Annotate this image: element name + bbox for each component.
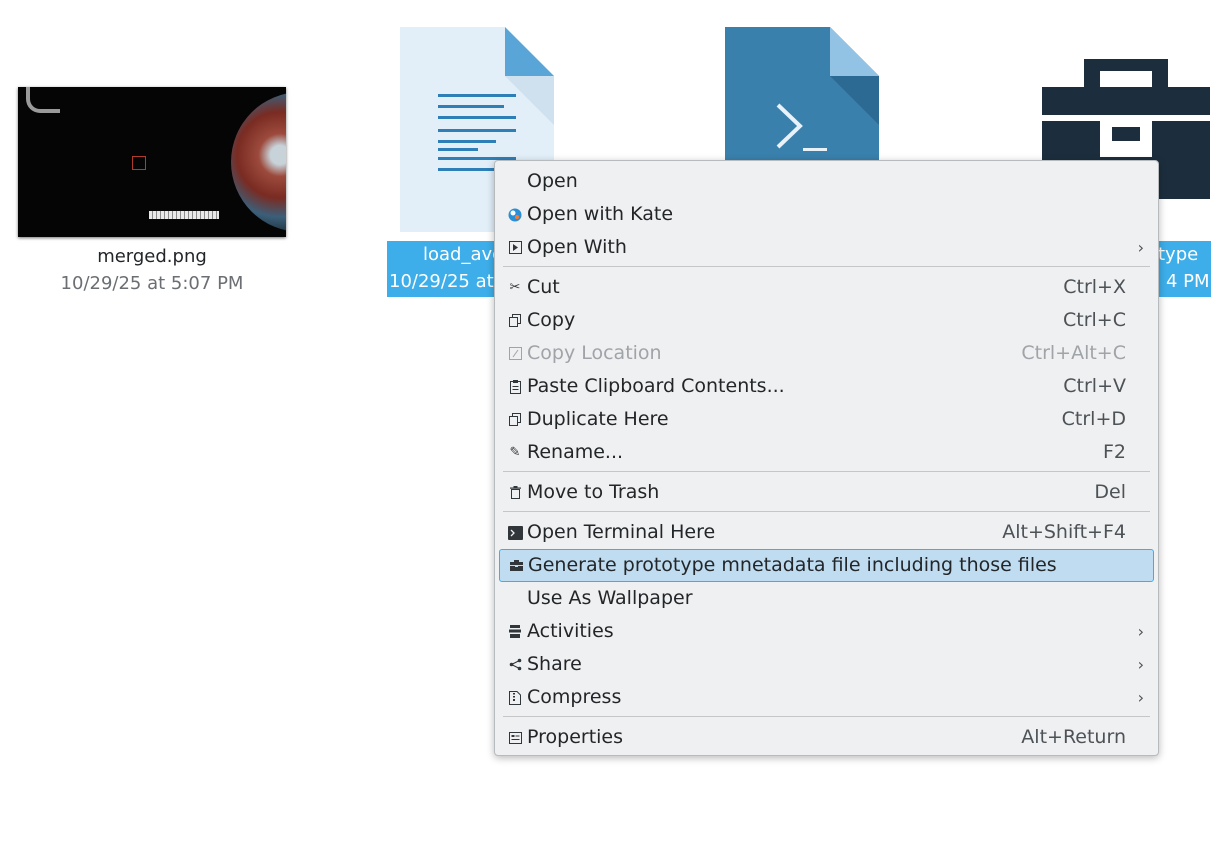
menu-item-label: Paste Clipboard Contents... <box>527 375 785 397</box>
menu-separator <box>503 471 1150 472</box>
menu-item-move-to-trash[interactable]: Move to Trash Del <box>499 477 1154 508</box>
menu-item-generate-metadata[interactable]: Generate prototype mnetadata file includ… <box>499 549 1154 582</box>
menu-item-label: Copy <box>527 309 576 331</box>
copy-location-icon <box>507 338 523 369</box>
clipboard-icon <box>507 371 523 402</box>
menu-shortcut: Alt+Shift+F4 <box>1002 521 1126 543</box>
image-thumbnail[interactable] <box>18 87 286 237</box>
menu-separator <box>503 266 1150 267</box>
terminal-icon <box>507 517 523 548</box>
menu-shortcut: Del <box>1094 481 1126 503</box>
kate-icon <box>507 199 523 230</box>
menu-item-share[interactable]: Share › <box>499 649 1154 680</box>
activities-icon <box>507 616 523 647</box>
menu-shortcut: Ctrl+X <box>1063 276 1126 298</box>
menu-item-label: Cut <box>527 276 560 298</box>
menu-item-label: Rename... <box>527 441 624 463</box>
share-icon <box>507 649 523 680</box>
context-menu: Open Open with Kate Open With › ✂ Cut Ct… <box>494 160 1159 756</box>
menu-item-cut[interactable]: ✂ Cut Ctrl+X <box>499 272 1154 303</box>
menu-shortcut: F2 <box>1102 441 1126 463</box>
menu-item-label: Share <box>527 653 582 675</box>
menu-shortcut: Ctrl+C <box>1063 309 1126 331</box>
file-label-selected[interactable]: type 4 PM <box>1158 241 1211 297</box>
file-name: type <box>1158 244 1199 265</box>
menu-item-compress[interactable]: Compress › <box>499 682 1154 713</box>
duplicate-icon <box>507 404 523 435</box>
menu-item-duplicate[interactable]: Duplicate Here Ctrl+D <box>499 404 1154 435</box>
menu-item-copy[interactable]: Copy Ctrl+C <box>499 305 1154 336</box>
menu-item-open-with[interactable]: Open With › <box>499 232 1154 263</box>
menu-item-label: Open <box>527 170 578 192</box>
menu-item-open-terminal[interactable]: Open Terminal Here Alt+Shift+F4 <box>499 517 1154 548</box>
menu-item-label: Properties <box>527 726 624 748</box>
menu-item-label: Activities <box>527 620 614 642</box>
planet-image <box>231 92 286 232</box>
thumbnail-decoration <box>26 87 60 113</box>
trash-icon <box>507 477 523 508</box>
submenu-arrow-icon: › <box>1137 622 1144 641</box>
menu-item-label: Move to Trash <box>527 481 660 503</box>
submenu-arrow-icon: › <box>1137 655 1144 674</box>
terminal-script-icon[interactable] <box>725 27 879 161</box>
submenu-arrow-icon: › <box>1137 688 1144 707</box>
menu-item-paste[interactable]: Paste Clipboard Contents... Ctrl+V <box>499 371 1154 402</box>
menu-item-rename[interactable]: ✎ Rename... F2 <box>499 437 1154 468</box>
menu-shortcut: Ctrl+V <box>1063 375 1126 397</box>
menu-item-label: Use As Wallpaper <box>527 587 693 609</box>
menu-item-open[interactable]: Open <box>499 166 1154 197</box>
copy-icon <box>507 305 523 336</box>
menu-item-use-as-wallpaper[interactable]: Use As Wallpaper <box>499 583 1154 614</box>
file-label[interactable]: merged.png 10/29/25 at 5:07 PM <box>40 243 264 297</box>
archive-icon <box>507 682 523 713</box>
menu-item-activities[interactable]: Activities › <box>499 616 1154 647</box>
menu-item-label: Duplicate Here <box>527 408 669 430</box>
menu-item-label: Compress <box>527 686 622 708</box>
menu-item-properties[interactable]: Properties Alt+Return <box>499 722 1154 753</box>
file-name: merged.png <box>97 246 207 267</box>
scissors-icon: ✂ <box>509 280 521 295</box>
menu-item-label: Open with Kate <box>527 203 674 225</box>
pencil-icon: ✎ <box>509 445 521 460</box>
menu-item-open-with-kate[interactable]: Open with Kate <box>499 199 1154 230</box>
menu-shortcut: Ctrl+Alt+C <box>1021 342 1126 364</box>
file-name: load_avg <box>423 244 504 265</box>
menu-item-label: Generate prototype mnetadata file includ… <box>528 554 1057 576</box>
menu-item-label: Open Terminal Here <box>527 521 716 543</box>
submenu-arrow-icon: › <box>1137 238 1144 257</box>
toolbox-icon <box>508 550 524 581</box>
properties-icon <box>507 722 523 753</box>
menu-shortcut: Ctrl+D <box>1061 408 1126 430</box>
file-label-selected[interactable]: load_avg 10/29/25 at <box>387 241 504 297</box>
menu-separator <box>503 511 1150 512</box>
file-date: 4 PM <box>1166 271 1210 292</box>
menu-item-label: Open With <box>527 236 627 258</box>
menu-item-copy-location[interactable]: Copy Location Ctrl+Alt+C <box>499 338 1154 369</box>
open-with-icon <box>507 232 523 263</box>
menu-shortcut: Alt+Return <box>1021 726 1126 748</box>
menu-separator <box>503 716 1150 717</box>
thumbnail-bar <box>149 211 219 219</box>
file-date: 10/29/25 at 5:07 PM <box>60 273 244 294</box>
menu-item-label: Copy Location <box>527 342 662 364</box>
file-date: 10/29/25 at <box>389 271 494 292</box>
thumbnail-mark <box>132 156 146 170</box>
